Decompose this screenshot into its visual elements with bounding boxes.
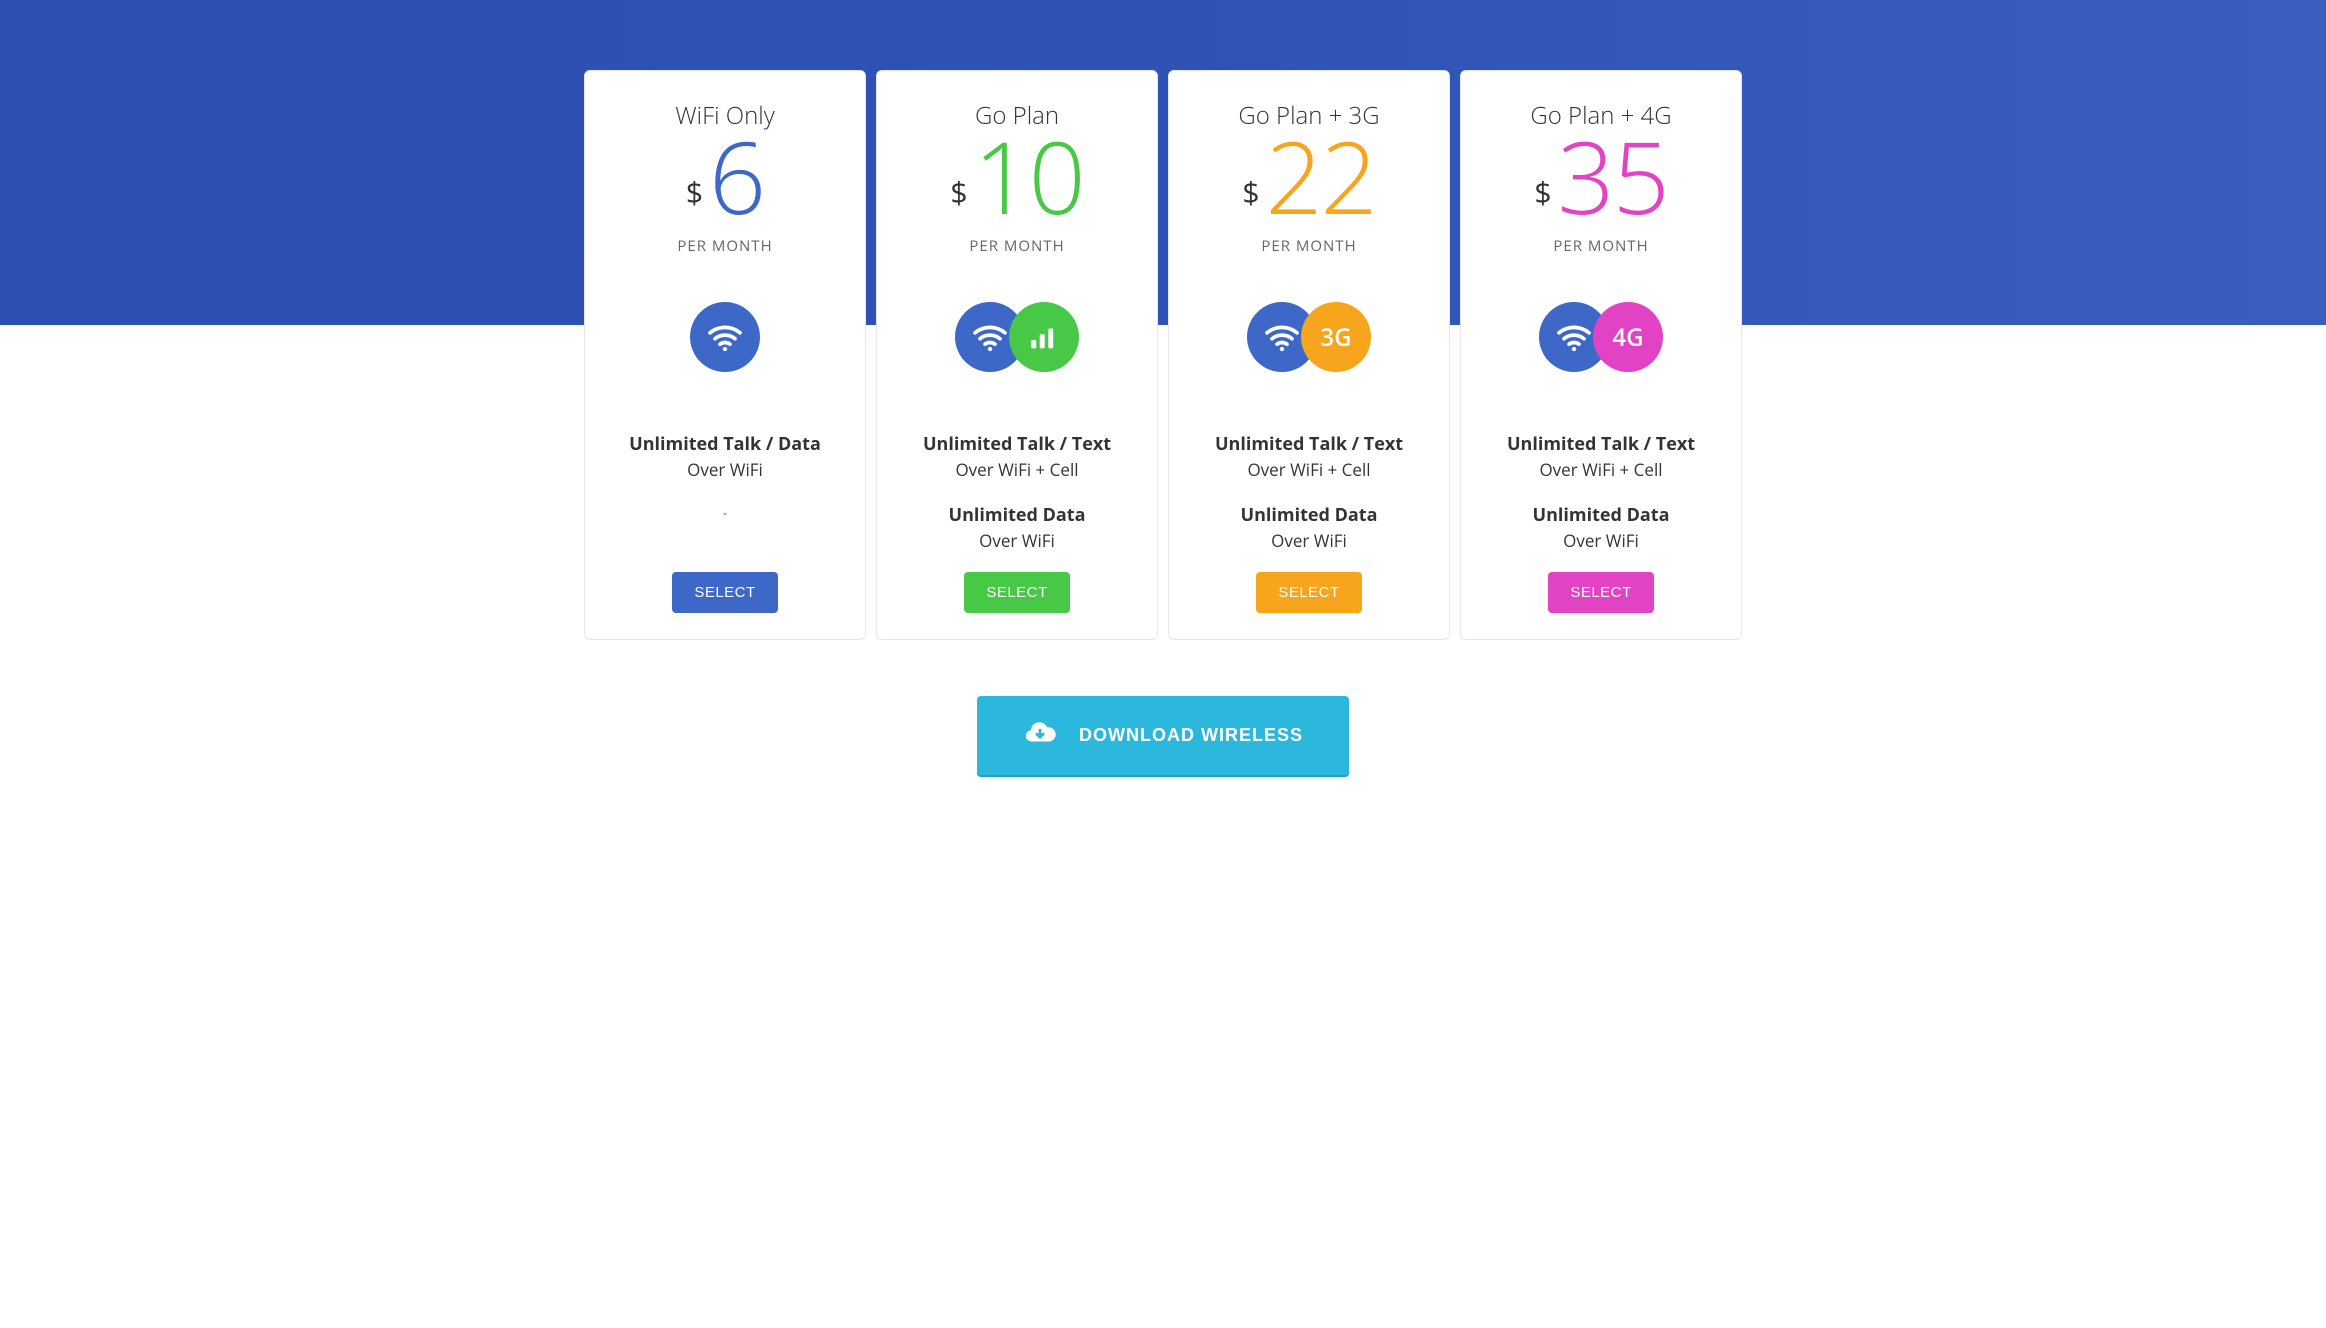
feature-1-title: Unlimited Talk / Text (1507, 432, 1695, 456)
select-button[interactable]: SELECT (964, 572, 1069, 613)
feature-1-title: Unlimited Talk / Data (629, 432, 821, 456)
plan-card-go-3g: Go Plan + 3G $ 22 PER MONTH 3G Unlimited… (1168, 70, 1450, 640)
feature-1-title: Unlimited Talk / Text (923, 432, 1111, 456)
currency-sign: $ (1534, 178, 1551, 208)
feature-2-title: Unlimited Data (923, 503, 1111, 527)
cloud-download-icon (1023, 716, 1057, 755)
4g-badge-icon: 4G (1593, 302, 1663, 372)
price-amount: 10 (973, 126, 1083, 226)
plan-icons: 4G (1539, 302, 1663, 372)
currency-sign: $ (1242, 178, 1259, 208)
feature-2-sub: Over WiFi (923, 529, 1111, 552)
wifi-icon (690, 302, 760, 372)
price-amount: 6 (709, 126, 764, 226)
price-period: PER MONTH (677, 236, 772, 256)
feature-1-sub: Over WiFi (629, 458, 821, 481)
plan-icons (690, 302, 760, 372)
feature-1-sub: Over WiFi + Cell (923, 458, 1111, 481)
price-amount: 22 (1265, 126, 1375, 226)
plan-card-wifi-only: WiFi Only $ 6 PER MONTH Unlimited Talk /… (584, 70, 866, 640)
price-row: $ 35 (1534, 126, 1667, 226)
select-button[interactable]: SELECT (1548, 572, 1653, 613)
select-button[interactable]: SELECT (672, 572, 777, 613)
plan-card-go: Go Plan $ 10 PER MONTH (876, 70, 1158, 640)
feature-1-sub: Over WiFi + Cell (1215, 458, 1403, 481)
price-row: $ 22 (1242, 126, 1375, 226)
select-button[interactable]: SELECT (1256, 572, 1361, 613)
plan-features: Unlimited Talk / Text Over WiFi + Cell U… (923, 432, 1111, 552)
download-wireless-button[interactable]: DOWNLOAD WIRELESS (977, 696, 1349, 775)
feature-2-sub: Over WiFi (1507, 529, 1695, 552)
price-period: PER MONTH (969, 236, 1064, 256)
feature-1-title: Unlimited Talk / Text (1215, 432, 1403, 456)
price-row: $ 6 (686, 126, 764, 226)
currency-sign: $ (686, 178, 703, 208)
feature-2-sub: Over WiFi (1215, 529, 1403, 552)
feature-2-title: Unlimited Data (1507, 503, 1695, 527)
cta-row: DOWNLOAD WIRELESS (0, 696, 2326, 815)
price-period: PER MONTH (1261, 236, 1356, 256)
plan-features: Unlimited Talk / Text Over WiFi + Cell U… (1507, 432, 1695, 552)
feature-2-sub: - (629, 503, 821, 523)
plan-icons (955, 302, 1079, 372)
pricing-cards-row: WiFi Only $ 6 PER MONTH Unlimited Talk /… (0, 0, 2326, 640)
price-row: $ 10 (950, 126, 1083, 226)
plan-features: Unlimited Talk / Data Over WiFi - (629, 432, 821, 552)
price-period: PER MONTH (1553, 236, 1648, 256)
currency-sign: $ (950, 178, 967, 208)
plan-icons: 3G (1247, 302, 1371, 372)
signal-bars-icon (1009, 302, 1079, 372)
plan-card-go-4g: Go Plan + 4G $ 35 PER MONTH 4G Unlimited… (1460, 70, 1742, 640)
price-amount: 35 (1557, 126, 1667, 226)
feature-2-title: Unlimited Data (1215, 503, 1403, 527)
3g-badge-icon: 3G (1301, 302, 1371, 372)
cta-label: DOWNLOAD WIRELESS (1079, 725, 1303, 746)
plan-features: Unlimited Talk / Text Over WiFi + Cell U… (1215, 432, 1403, 552)
feature-1-sub: Over WiFi + Cell (1507, 458, 1695, 481)
